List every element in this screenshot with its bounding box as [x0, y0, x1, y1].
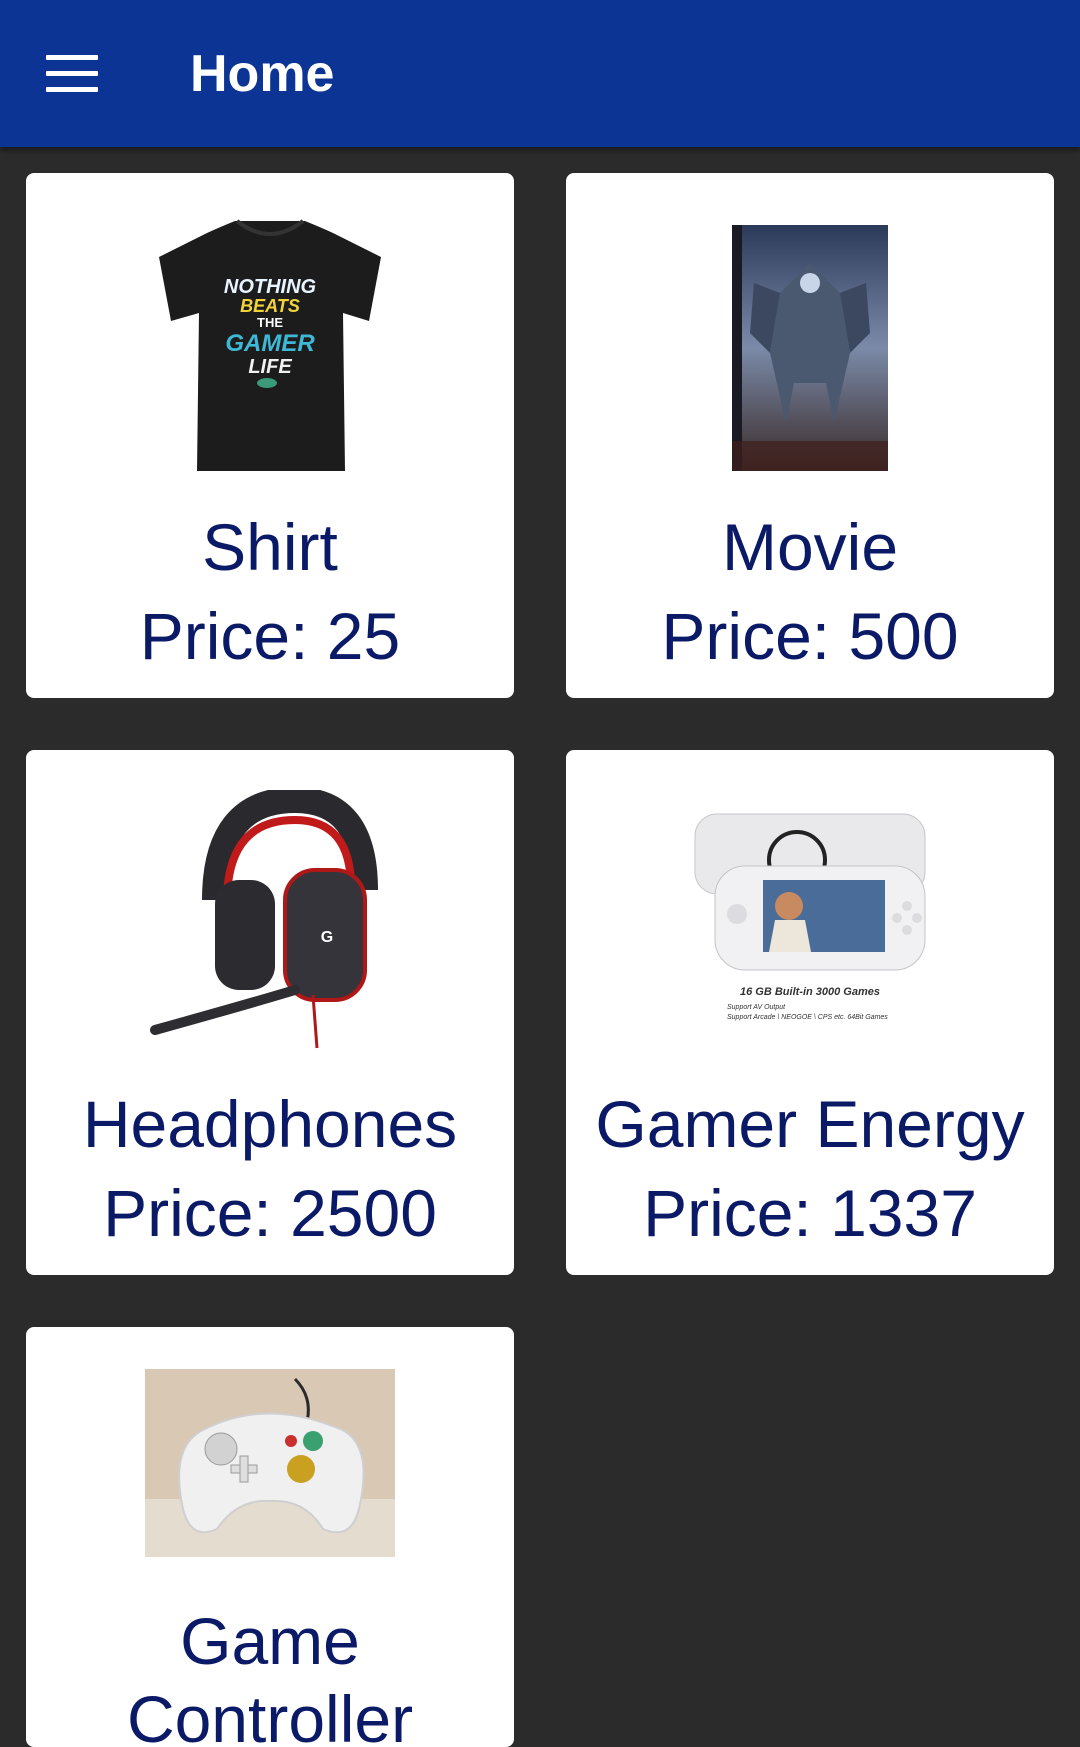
- console-caption: 16 GB Built-in 3000 Games: [740, 986, 880, 998]
- product-name-line2: Controller: [126, 1682, 414, 1747]
- product-card-shirt[interactable]: NOTHING BEATS THE GAMER LIFE Shirt Price…: [26, 173, 514, 698]
- product-name-line1: Game: [180, 1604, 360, 1678]
- product-price: Price: 1337: [643, 1176, 977, 1250]
- product-card-headphones[interactable]: G Headphones Price: 2500: [26, 750, 514, 1275]
- product-name: Movie: [721, 510, 899, 584]
- controller-image: [26, 1369, 514, 1557]
- top-app-bar: Home: [0, 0, 1080, 147]
- product-card-movie[interactable]: Movie Price: 500: [566, 173, 1054, 698]
- console-caption-2: Support AV Output: [727, 1004, 786, 1011]
- product-name: Gamer Energy: [595, 1087, 1025, 1161]
- shirt-text-2: BEATS: [240, 296, 300, 316]
- console-caption-3: Support Arcade \ NEOGOE \ CPS etc. 64Bit…: [727, 1014, 888, 1021]
- product-price: Price: 500: [661, 599, 959, 673]
- svg-text:G: G: [321, 929, 333, 946]
- product-name: Headphones: [82, 1087, 458, 1161]
- shirt-text-1: NOTHING: [224, 276, 316, 298]
- shirt-text-4: GAMER: [225, 330, 315, 357]
- product-card-game-controller[interactable]: Game Controller: [26, 1327, 514, 1747]
- movie-image: [566, 223, 1054, 473]
- product-price: Price: 2500: [103, 1176, 437, 1250]
- handheld-console-image: 16 GB Built-in 3000 Games Support AV Out…: [566, 810, 1054, 1030]
- headphones-image: G: [26, 790, 514, 1052]
- product-card-gamer-energy[interactable]: 16 GB Built-in 3000 Games Support AV Out…: [566, 750, 1054, 1275]
- shirt-text-3: THE: [257, 315, 283, 330]
- product-name: Shirt: [202, 510, 338, 584]
- shirt-text-5: LIFE: [248, 356, 292, 378]
- product-price: Price: 25: [139, 599, 401, 673]
- page-title: Home: [190, 45, 335, 103]
- hamburger-menu-icon[interactable]: [46, 55, 98, 92]
- shirt-image: NOTHING BEATS THE GAMER LIFE: [26, 213, 514, 475]
